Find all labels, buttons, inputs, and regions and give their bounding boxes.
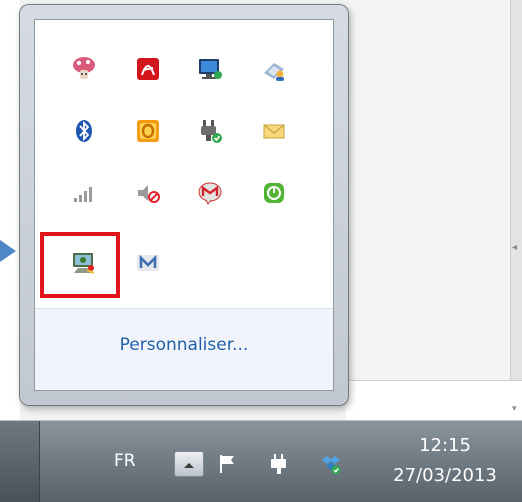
monitor-network-icon[interactable] (195, 54, 225, 84)
taskbar-left-section[interactable] (0, 421, 40, 502)
popup-footer: Personnaliser... (35, 308, 333, 390)
scroll-down-icon[interactable]: ▾ (512, 404, 517, 414)
mushroom-app-icon[interactable] (69, 54, 99, 84)
bluetooth-icon[interactable] (69, 116, 99, 146)
orange-o-icon[interactable] (133, 116, 163, 146)
mail-envelope-icon[interactable] (259, 116, 289, 146)
clock-date: 27/03/2013 (393, 465, 497, 486)
clock-time: 12:15 (419, 435, 471, 456)
language-indicator[interactable]: FR (114, 451, 136, 471)
keyboard-user-icon[interactable] (259, 54, 289, 84)
m-app-icon[interactable] (133, 248, 163, 278)
chevron-up-icon (182, 455, 196, 474)
notification-overflow-popup: Personnaliser... (20, 5, 348, 405)
background-window-right (348, 0, 522, 420)
vm-manager-icon[interactable] (69, 248, 99, 278)
background-window-left (0, 0, 20, 420)
show-hidden-icons-button[interactable] (174, 451, 204, 477)
network-status-icon[interactable] (318, 451, 344, 477)
customize-link[interactable]: Personnaliser... (35, 335, 333, 355)
background-scrollbar[interactable] (510, 0, 522, 420)
power-status-icon[interactable] (266, 451, 292, 477)
scroll-right-icon[interactable]: ◂ (512, 242, 517, 253)
taskbar: FR 12:15 27/03/2013 (0, 420, 522, 502)
power-plug-icon[interactable] (195, 116, 225, 146)
green-chat-icon[interactable] (259, 178, 289, 208)
pointer-arrow-icon (0, 240, 16, 262)
action-center-flag-icon[interactable] (216, 451, 242, 477)
signal-bars-icon[interactable] (69, 178, 99, 208)
gmail-notifier-icon[interactable] (195, 178, 225, 208)
acrobat-icon[interactable] (133, 54, 163, 84)
background-input-strip (346, 380, 522, 420)
volume-muted-icon[interactable] (133, 178, 163, 208)
popup-content: Personnaliser... (34, 19, 334, 391)
hidden-icons-grid (35, 20, 333, 308)
